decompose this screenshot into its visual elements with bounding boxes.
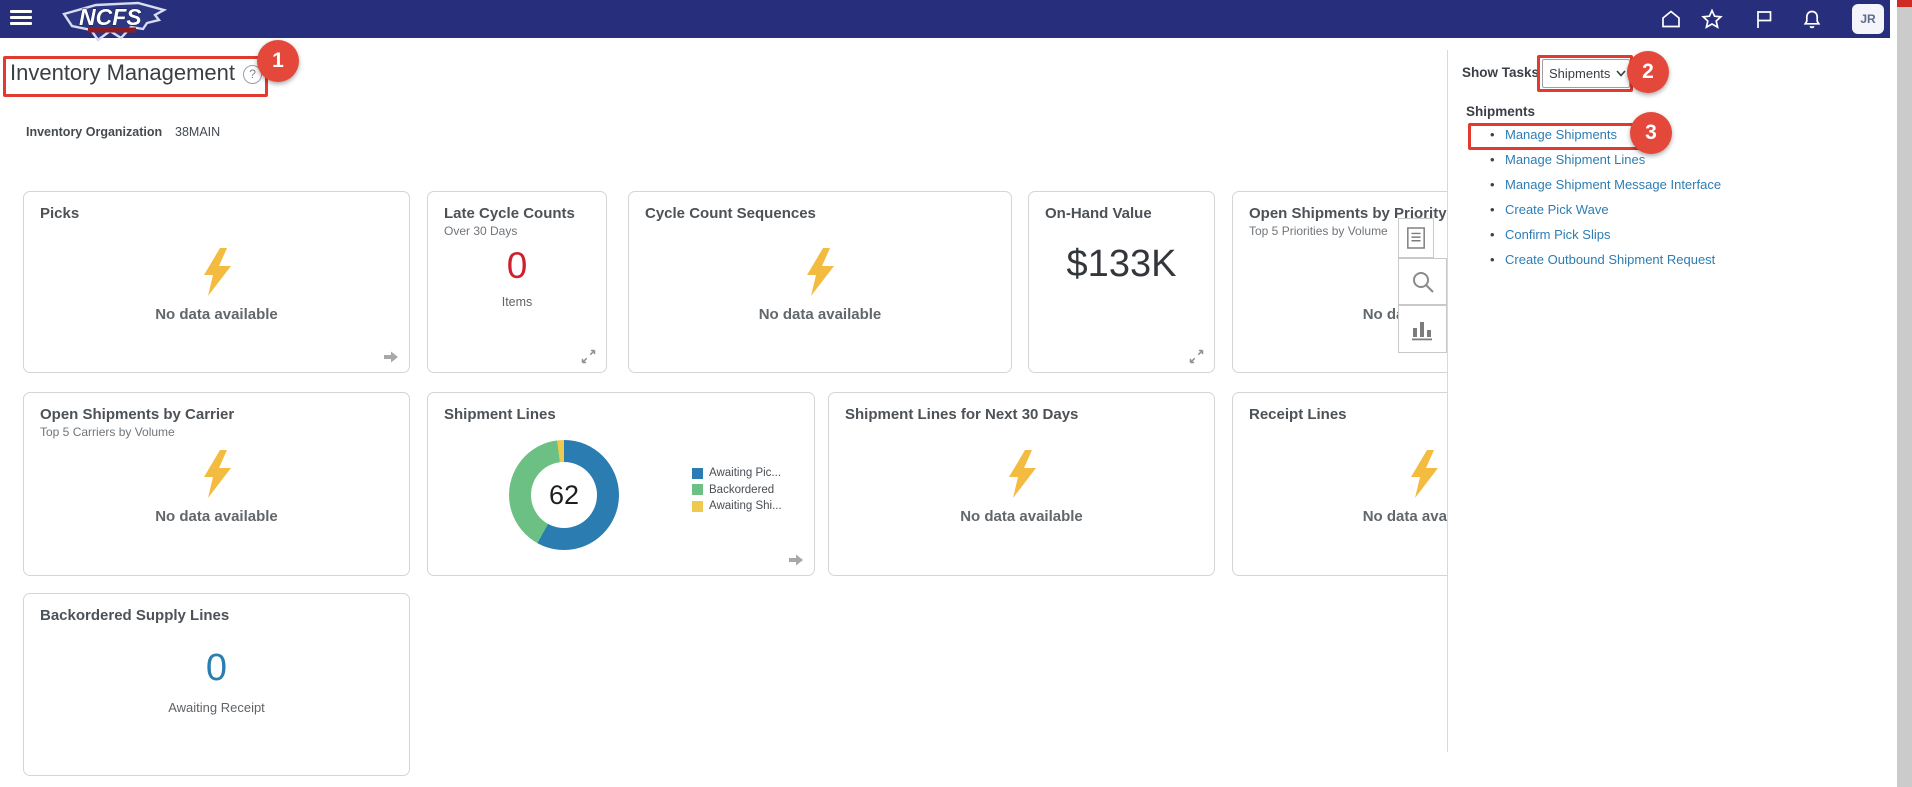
card-title: On-Hand Value	[1045, 205, 1198, 222]
card-backordered-supply-lines[interactable]: Backordered Supply Lines 0 Awaiting Rece…	[23, 593, 410, 776]
global-header: NCFS JR	[0, 0, 1890, 38]
metric-value: $133K	[1045, 244, 1198, 286]
legend-label: Backordered	[709, 484, 774, 496]
metric-label: Awaiting Receipt	[40, 700, 393, 715]
main-content: Inventory Management? Inventory Organiza…	[0, 38, 1447, 787]
bar-chart-icon	[1410, 316, 1436, 342]
lightning-icon	[801, 247, 839, 297]
task-list-item: Create Outbound Shipment Request	[1490, 253, 1721, 267]
legend-swatch	[692, 484, 703, 495]
legend-item: Awaiting Pic...	[692, 467, 782, 479]
task-list-item: Confirm Pick Slips	[1490, 228, 1721, 242]
lightning-icon	[198, 247, 236, 297]
card-cycle-count-sequences[interactable]: Cycle Count Sequences No data available	[628, 191, 1012, 373]
card-title: Backordered Supply Lines	[40, 607, 393, 624]
card-expand-icon[interactable]	[581, 349, 596, 364]
chart-legend: Awaiting Pic... Backordered Awaiting Shi…	[692, 467, 782, 517]
lightning-icon	[1003, 449, 1041, 499]
no-data-text: No data available	[155, 508, 278, 525]
no-data-text: No data available	[1363, 508, 1447, 525]
home-icon[interactable]	[1659, 7, 1683, 31]
task-list-item: Manage Shipments	[1490, 128, 1721, 142]
card-shipment-lines[interactable]: Shipment Lines 62 Awaiting Pic... Backor…	[427, 392, 815, 576]
flag-watchlist-icon[interactable]	[1752, 7, 1776, 31]
user-avatar[interactable]: JR	[1852, 4, 1884, 34]
help-icon[interactable]: ?	[243, 65, 262, 84]
task-link-list: Manage Shipments Manage Shipment Lines M…	[1490, 128, 1721, 278]
panel-divider	[1447, 50, 1448, 752]
select-value: Shipments	[1549, 66, 1610, 81]
star-favorites-icon[interactable]	[1700, 7, 1724, 31]
metric-value: 0	[40, 648, 393, 690]
donut-center-value: 62	[549, 480, 579, 511]
card-action-arrow-icon[interactable]	[788, 553, 804, 567]
card-on-hand-value[interactable]: On-Hand Value $133K	[1028, 191, 1215, 373]
task-link-manage-shipment-message-interface[interactable]: Manage Shipment Message Interface	[1505, 177, 1721, 192]
metric-value: 0	[444, 246, 590, 287]
annotation-badge-1: 1	[257, 40, 299, 82]
legend-swatch	[692, 468, 703, 479]
app-screen: NCFS JR Inventory Management? Inventory …	[0, 0, 1912, 787]
task-link-create-pick-wave[interactable]: Create Pick Wave	[1505, 202, 1609, 217]
ncfs-logo[interactable]: NCFS	[58, 0, 170, 44]
no-data-text: No data available	[960, 508, 1083, 525]
scrollbar-marker	[1897, 0, 1912, 7]
search-icon	[1410, 269, 1436, 295]
task-list-item: Manage Shipment Lines	[1490, 153, 1721, 167]
card-subtitle: Over 30 Days	[444, 224, 590, 238]
task-link-create-outbound-shipment-request[interactable]: Create Outbound Shipment Request	[1505, 252, 1715, 267]
card-picks[interactable]: Picks No data available	[23, 191, 410, 373]
org-label: Inventory Organization	[26, 125, 162, 139]
legend-swatch	[692, 501, 703, 512]
card-late-cycle-counts[interactable]: Late Cycle Counts Over 30 Days 0 Items	[427, 191, 607, 373]
bell-notifications-icon[interactable]	[1800, 7, 1824, 31]
search-tool-button[interactable]	[1398, 258, 1447, 305]
metric-label: Items	[444, 295, 590, 309]
org-value: 38MAIN	[175, 125, 220, 139]
document-icon	[1406, 226, 1426, 250]
chevron-down-icon	[1616, 70, 1626, 77]
tasks-section-title: Shipments	[1466, 104, 1535, 119]
page-title: Inventory Management?	[10, 60, 262, 86]
card-title: Late Cycle Counts	[444, 205, 590, 222]
task-link-manage-shipments[interactable]: Manage Shipments	[1505, 127, 1617, 142]
card-open-shipments-by-carrier[interactable]: Open Shipments by Carrier Top 5 Carriers…	[23, 392, 410, 576]
card-expand-icon[interactable]	[1189, 349, 1204, 364]
lightning-icon	[1405, 449, 1443, 499]
card-action-arrow-icon[interactable]	[383, 350, 399, 364]
annotation-badge-2: 2	[1627, 51, 1669, 93]
legend-item: Awaiting Shi...	[692, 500, 782, 512]
legend-item: Backordered	[692, 484, 782, 496]
task-list-item: Manage Shipment Message Interface	[1490, 178, 1721, 192]
chart-tool-button[interactable]	[1398, 305, 1447, 353]
inventory-organization-row: Inventory Organization 38MAIN	[26, 125, 162, 139]
card-shipment-lines-next-30-days[interactable]: Shipment Lines for Next 30 Days No data …	[828, 392, 1215, 576]
lightning-icon	[198, 449, 236, 499]
show-tasks-label: Show Tasks	[1462, 65, 1539, 80]
shipment-lines-donut: 62	[509, 440, 619, 550]
no-data-text: No data available	[759, 306, 882, 323]
notes-tool-button[interactable]	[1398, 218, 1434, 258]
logo-text: NCFS	[79, 4, 142, 30]
card-title: Shipment Lines	[444, 406, 798, 423]
hamburger-menu-icon[interactable]	[10, 10, 32, 28]
task-link-manage-shipment-lines[interactable]: Manage Shipment Lines	[1505, 152, 1645, 167]
legend-label: Awaiting Shi...	[709, 500, 782, 512]
show-tasks-select[interactable]: Shipments	[1542, 59, 1630, 88]
task-link-confirm-pick-slips[interactable]: Confirm Pick Slips	[1505, 227, 1610, 242]
legend-label: Awaiting Pic...	[709, 467, 781, 479]
scrollbar[interactable]	[1897, 0, 1912, 787]
tasks-panel: Show Tasks Shipments Shipments Manage Sh…	[1447, 38, 1897, 787]
no-data-text: No data available	[155, 306, 278, 323]
task-list-item: Create Pick Wave	[1490, 203, 1721, 217]
card-receipt-lines[interactable]: Receipt Lines No data available	[1232, 392, 1447, 576]
